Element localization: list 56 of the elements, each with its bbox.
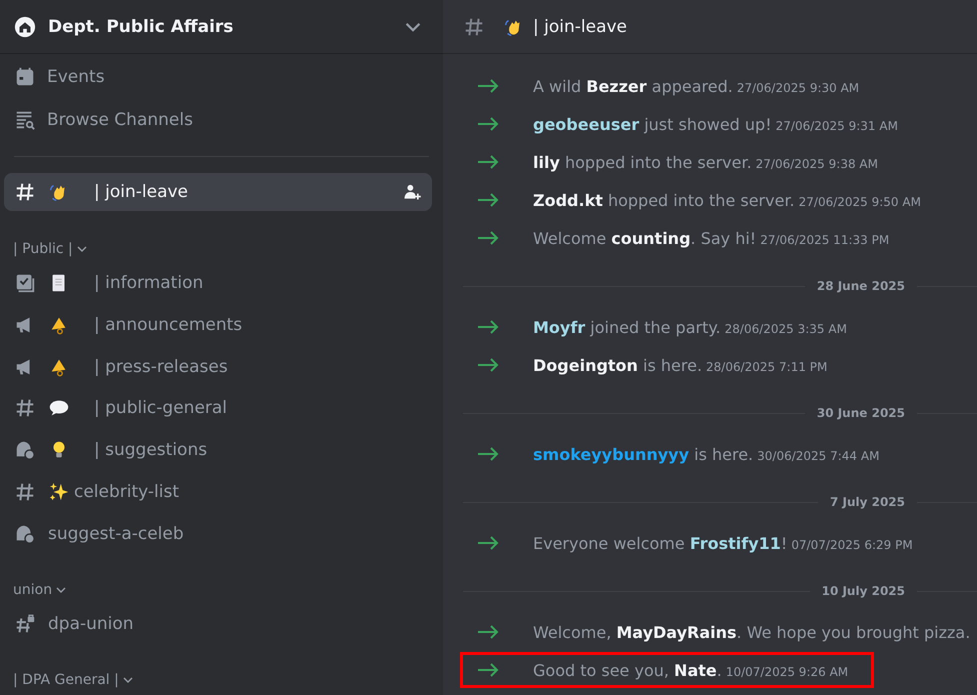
hash-icon bbox=[14, 481, 36, 504]
arrow-icon bbox=[477, 79, 499, 93]
arrow-icon bbox=[477, 231, 499, 245]
date-divider: 10 July 2025 bbox=[820, 584, 906, 598]
arrow-icon bbox=[477, 663, 499, 677]
browse-channels-icon bbox=[14, 109, 36, 132]
date-divider: 7 July 2025 bbox=[828, 495, 906, 509]
channel-item[interactable]: | join-leave bbox=[4, 172, 432, 211]
arrow-icon bbox=[477, 155, 499, 169]
message-text: lily hopped into the server. 27/06/2025 9:38 AM bbox=[533, 152, 878, 172]
date-divider: 30 June 2025 bbox=[816, 406, 906, 420]
calendar-icon bbox=[14, 66, 36, 88]
message-text: Good to see you, Nate. 10/07/2025 9:26 AM bbox=[533, 660, 848, 680]
sidebar-item[interactable]: Events bbox=[0, 56, 443, 99]
channel-item[interactable]: celebrity-list bbox=[4, 473, 432, 512]
arrow-icon bbox=[477, 117, 499, 131]
message-text: Everyone welcome Frostify11! 07/07/2025 6:29 PM bbox=[533, 534, 913, 552]
message-text: Welcome counting. Say hi! 27/06/2025 11:33 PM bbox=[533, 228, 890, 248]
category-title[interactable]: | Public | bbox=[13, 240, 73, 257]
arrow-icon bbox=[477, 625, 499, 639]
message-text: Moyfr joined the party. 28/06/2025 3:35 AM bbox=[533, 318, 847, 336]
chat-bubbles-icon bbox=[14, 523, 36, 546]
hash-icon bbox=[14, 397, 36, 420]
category-title[interactable]: union bbox=[13, 582, 52, 598]
arrow-icon bbox=[477, 320, 499, 334]
channel-item[interactable]: | suggestions bbox=[4, 431, 432, 470]
message-text: Welcome, MayDayRains. We hope you brought pizza. bbox=[533, 622, 970, 642]
message-text: smokeyybunnyyy is here. 30/06/2025 7:44 AM bbox=[533, 444, 880, 464]
channel-item[interactable]: dpa-union bbox=[4, 605, 432, 644]
channel-item[interactable]: suggest-a-celeb bbox=[4, 515, 432, 554]
channel-item[interactable]: | information bbox=[4, 264, 432, 302]
channel-item[interactable]: | announcements bbox=[4, 306, 432, 344]
hash-icon bbox=[14, 180, 36, 203]
server-name: Dept. Public Affairs bbox=[48, 16, 234, 36]
category-title[interactable]: | DPA General | bbox=[13, 672, 119, 688]
sidebar-item[interactable]: Browse Channels bbox=[0, 98, 443, 142]
chevron-down-icon bbox=[76, 244, 87, 254]
date-divider: 28 June 2025 bbox=[816, 279, 906, 293]
hash-icon bbox=[463, 16, 485, 38]
message-text: geobeeuser just showed up! 27/06/2025 9:31 AM bbox=[533, 114, 898, 134]
arrow-icon bbox=[477, 536, 499, 550]
arrow-icon bbox=[477, 447, 499, 461]
arrow-icon bbox=[477, 193, 499, 207]
chevron-down-icon bbox=[56, 585, 66, 596]
channel-title: | join-leave bbox=[533, 16, 628, 36]
message-text: A wild Bezzer appeared. 27/06/2025 9:30 AM bbox=[533, 76, 860, 96]
locked-hash-icon bbox=[14, 613, 36, 636]
chevron-down-icon bbox=[122, 674, 133, 685]
channel-item[interactable]: | press-releases bbox=[4, 348, 432, 386]
arrow-icon bbox=[477, 358, 499, 372]
house-icon bbox=[14, 16, 36, 38]
message-text: Zodd.kt hopped into the server. 27/06/2025 9:50 AM bbox=[533, 190, 921, 210]
channel-item[interactable]: | public-general bbox=[4, 389, 432, 428]
message-text: Dogeington is here. 28/06/2025 7:11 PM bbox=[533, 356, 828, 374]
chat-bubbles-icon bbox=[14, 439, 36, 462]
server-header[interactable]: Dept. Public Affairs bbox=[0, 0, 443, 54]
